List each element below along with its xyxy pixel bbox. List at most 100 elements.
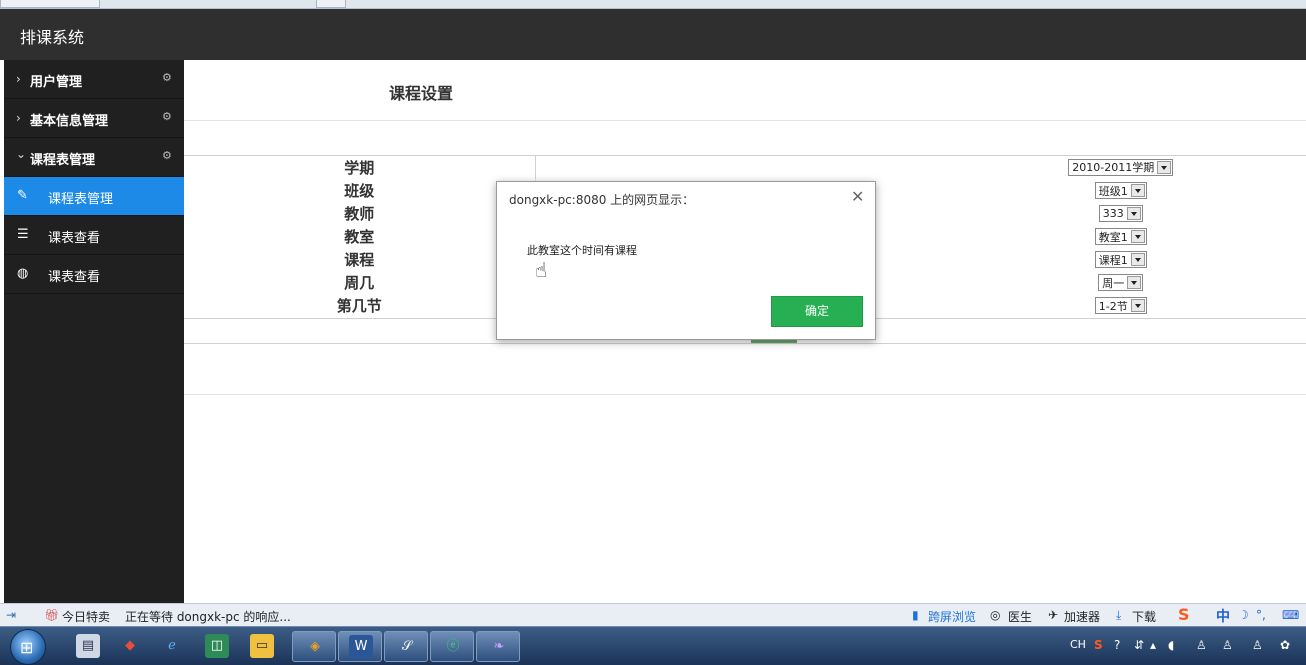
select-value: 课程1	[1098, 253, 1128, 267]
taskbar-window[interactable]: W	[338, 631, 382, 662]
gear-icon: ⚙	[162, 110, 172, 123]
punctuation-icon: °,	[1256, 608, 1266, 622]
sidebar: › 用户管理 ⚙ › 基本信息管理 ⚙ ⌄ 课程表管理 ⚙ ✎ 课程表管理 ☰ …	[4, 60, 184, 603]
field-label: 教师	[184, 202, 536, 226]
ie-icon[interactable]: ℯ	[160, 634, 184, 658]
alert-dialog: dongxk-pc:8080 上的网页显示： ✕ 此教室这个时间有课程 ☝ 确定	[496, 181, 876, 340]
app-icon[interactable]: ◫	[205, 634, 229, 658]
sidebar-group-basic-info[interactable]: › 基本信息管理 ⚙	[4, 99, 184, 138]
sidebar-item-schedule-management[interactable]: ✎ 课程表管理	[4, 177, 184, 216]
select-value: 1-2节	[1098, 299, 1128, 313]
cross-screen-link[interactable]: 跨屏浏览	[928, 608, 976, 625]
field-label: 教室	[184, 225, 536, 249]
network-icon[interactable]: ⇵	[1134, 638, 1144, 652]
taskbar-window[interactable]: 𝒮	[384, 631, 428, 662]
taskbar-window[interactable]: ⓔ	[430, 631, 474, 662]
field-value-cell: 2010-2011学期	[535, 156, 1306, 180]
classroom-select[interactable]: 教室1	[1094, 228, 1147, 245]
close-icon[interactable]: ✕	[851, 187, 864, 206]
gear-icon: ⚙	[162, 71, 172, 84]
doctor-link[interactable]: 医生	[1008, 608, 1032, 625]
gift-icon: 🎁︎	[44, 608, 60, 622]
download-link[interactable]: 下载	[1132, 608, 1156, 625]
taskbar: ⊞ ▤ ◆ ℯ ◫ ▭ ◈ W 𝒮 ⓔ ❧ CH S ? ⇵ ▴ ◖ ♙ ♙ ♙…	[0, 626, 1306, 665]
select-value: 教室1	[1098, 230, 1128, 244]
dropdown-arrow-icon	[1157, 160, 1172, 174]
hand-cursor-icon: ☝	[535, 258, 548, 282]
sidebar-group-schedule[interactable]: ⌄ 课程表管理 ⚙	[4, 138, 184, 177]
dialog-message: 此教室这个时间有课程	[527, 244, 637, 257]
chevron-down-icon: ⌄	[16, 147, 27, 161]
windows-logo-icon: ⊞	[20, 638, 34, 657]
period-select[interactable]: 1-2节	[1094, 297, 1147, 314]
select-value: 333	[1102, 207, 1124, 220]
app-icon: ❧	[493, 639, 505, 654]
doctor-icon: ◎	[990, 608, 1001, 622]
select-value: 周一	[1102, 276, 1125, 290]
dropdown-arrow-icon	[1130, 299, 1145, 312]
sidebar-item-view-schedule[interactable]: ☰ 课表查看	[4, 216, 184, 255]
app-tray-icon[interactable]: ✿	[1280, 638, 1290, 652]
word-icon: W	[349, 635, 373, 659]
field-label: 周几	[184, 271, 536, 295]
deal-link[interactable]: 今日特卖	[62, 608, 110, 625]
page-icon: ⇥	[6, 608, 17, 622]
dropdown-arrow-icon	[1127, 276, 1142, 289]
rocket-icon: ✈	[1048, 608, 1059, 622]
course-select[interactable]: 课程1	[1094, 251, 1147, 268]
divider	[184, 394, 1306, 395]
app-header: 排课系统	[0, 9, 1306, 60]
screen-icon: ▮	[912, 608, 919, 622]
taskbar-window[interactable]: ❧	[476, 631, 520, 662]
tray-language[interactable]: CH	[1070, 638, 1086, 651]
sidebar-item-label: 课表查看	[48, 270, 101, 285]
sogou-tray-icon[interactable]: S	[1094, 638, 1103, 652]
document-icon[interactable]: ▤	[76, 634, 100, 658]
divider	[184, 120, 1306, 121]
qq-icon[interactable]: ♙	[1196, 638, 1207, 652]
chevron-right-icon: ›	[16, 72, 21, 86]
sidebar-item-view-schedule-2[interactable]: ◍ 课表查看	[4, 255, 184, 294]
qq-icon[interactable]: ♙	[1222, 638, 1233, 652]
class-select[interactable]: 班级1	[1094, 182, 1147, 199]
sidebar-item-label: 课程表管理	[48, 192, 114, 207]
list-icon: ☰	[17, 227, 29, 242]
keyboard-icon: ⌨	[1282, 608, 1300, 622]
field-label: 课程	[184, 248, 536, 272]
taskbar-window[interactable]: ◈	[292, 631, 336, 662]
help-icon[interactable]: ?	[1114, 638, 1120, 652]
sidebar-item-label: 课表查看	[48, 231, 101, 246]
browser-icon: ⓔ	[446, 639, 460, 654]
app-title: 排课系统	[20, 28, 85, 47]
show-hidden-icons-arrow[interactable]: ▴	[1150, 638, 1156, 652]
ok-button[interactable]: 确定	[771, 296, 863, 327]
app-icon: ◈	[310, 639, 320, 654]
browser-tab[interactable]	[0, 0, 100, 8]
loading-status: 正在等待 dongxk-pc 的响应...	[125, 610, 291, 624]
app-icon[interactable]: ◆	[118, 634, 142, 658]
field-label: 学期	[184, 156, 536, 180]
dropdown-arrow-icon	[1130, 230, 1145, 243]
semester-select[interactable]: 2010-2011学期	[1068, 158, 1174, 176]
browser-toolbar-strip	[0, 0, 1306, 9]
start-button[interactable]: ⊞	[10, 629, 46, 665]
form-row: 学期 2010-2011学期	[184, 156, 1306, 180]
gear-icon: ⚙	[162, 149, 172, 162]
sidebar-group-user-management[interactable]: › 用户管理 ⚙	[4, 60, 184, 99]
browser-statusbar: ⇥ 🎁︎ 今日特卖 正在等待 dongxk-pc 的响应... ▮ 跨屏浏览 ◎…	[0, 603, 1306, 626]
qq-icon[interactable]: ♙	[1252, 638, 1263, 652]
select-value: 班级1	[1098, 184, 1128, 198]
accelerator-link[interactable]: 加速器	[1064, 608, 1100, 625]
sidebar-group-label: 课程表管理	[30, 153, 96, 168]
page-title: 课程设置	[389, 84, 454, 103]
ime-language[interactable]: 中	[1216, 606, 1230, 626]
sogou-icon: S	[1178, 605, 1190, 624]
weekday-select[interactable]: 周一	[1098, 274, 1144, 291]
teacher-select[interactable]: 333	[1098, 205, 1143, 222]
folder-icon[interactable]: ▭	[250, 634, 274, 658]
browser-tab[interactable]	[316, 0, 346, 8]
dropdown-arrow-icon	[1130, 184, 1145, 197]
sidebar-group-label: 基本信息管理	[30, 114, 109, 129]
select-value: 2010-2011学期	[1072, 161, 1155, 175]
speaker-icon[interactable]: ◖	[1168, 638, 1174, 652]
